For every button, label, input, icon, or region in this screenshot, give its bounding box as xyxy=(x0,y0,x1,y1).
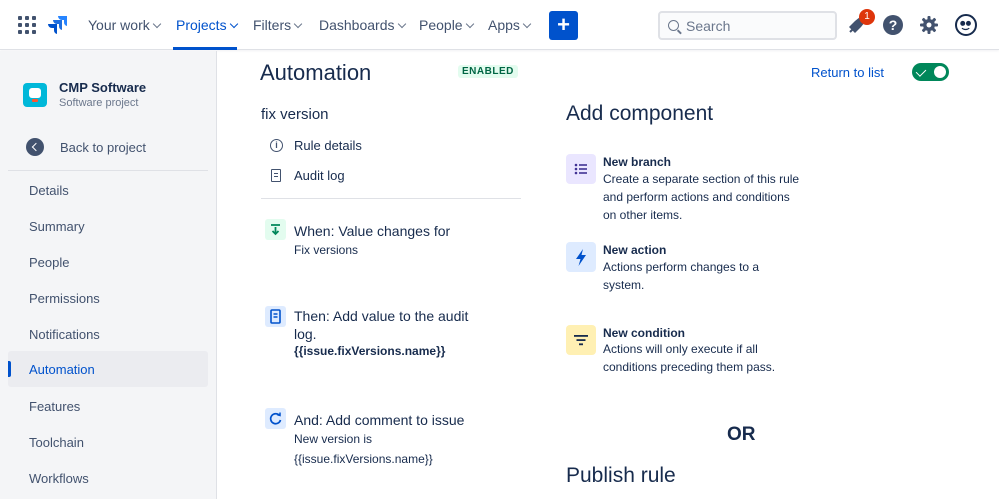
sidebar-divider xyxy=(8,170,208,171)
sidebar-item-workflows[interactable]: Workflows xyxy=(8,460,208,496)
sidebar-item-summary[interactable]: Summary xyxy=(8,208,208,244)
document-icon xyxy=(271,169,281,182)
or-separator: OR xyxy=(727,424,756,445)
project-avatar-icon xyxy=(23,83,47,107)
back-to-project-link[interactable]: Back to project xyxy=(60,140,146,155)
new-condition-button[interactable]: New condition xyxy=(603,326,685,340)
app-grid-icon[interactable] xyxy=(18,16,36,34)
help-icon[interactable]: ? xyxy=(883,15,903,35)
search-icon xyxy=(668,20,679,31)
info-icon: i xyxy=(270,139,283,152)
chevron-down-icon xyxy=(397,19,406,29)
project-sidebar: CMP Software Software project Back to pr… xyxy=(0,51,217,499)
sidebar-item-notifications[interactable]: Notifications xyxy=(8,316,208,352)
trigger-step-title[interactable]: When: Value changes for xyxy=(294,222,450,240)
branch-list-icon[interactable] xyxy=(566,154,596,184)
audit-log-action-icon xyxy=(265,306,286,327)
audit-log-link[interactable]: Audit log xyxy=(294,168,345,183)
jira-logo-icon[interactable] xyxy=(47,14,69,36)
add-component-title: Add component xyxy=(566,102,714,125)
sidebar-item-toolchain[interactable]: Toolchain xyxy=(8,424,208,460)
nav-people[interactable]: People xyxy=(419,17,474,33)
filter-icon[interactable] xyxy=(566,325,596,355)
project-name: CMP Software xyxy=(59,80,147,95)
comment-step-detail-value: {{issue.fixVersions.name}} xyxy=(294,452,433,466)
sidebar-item-details[interactable]: Details xyxy=(8,172,208,208)
sidebar-item-people[interactable]: People xyxy=(8,244,208,280)
avatar[interactable] xyxy=(955,14,977,36)
chevron-down-icon xyxy=(465,19,474,29)
new-branch-button[interactable]: New branch xyxy=(603,155,671,169)
return-to-list-link[interactable]: Return to list xyxy=(811,65,884,80)
nav-your-work[interactable]: Your work xyxy=(88,17,161,33)
top-navigation: Your work Projects Filters Dashboards Pe… xyxy=(0,0,999,50)
create-button[interactable]: + xyxy=(549,11,578,40)
sidebar-item-permissions[interactable]: Permissions xyxy=(8,280,208,316)
lightning-icon[interactable] xyxy=(566,242,596,272)
trigger-step-detail: Fix versions xyxy=(294,243,359,257)
nav-dashboards[interactable]: Dashboards xyxy=(319,17,406,33)
nav-projects[interactable]: Projects xyxy=(176,17,238,33)
new-action-button[interactable]: New action xyxy=(603,243,666,257)
notification-badge: 1 xyxy=(859,9,875,25)
comment-step-detail: New version is xyxy=(294,432,373,446)
sidebar-item-automation[interactable]: Automation xyxy=(8,351,208,387)
chevron-down-icon xyxy=(229,19,238,29)
rule-details-link[interactable]: Rule details xyxy=(294,138,362,153)
new-branch-description: Create a separate section of this rule a… xyxy=(603,172,800,222)
new-action-description: Actions perform changes to a system. xyxy=(603,260,760,292)
nav-apps[interactable]: Apps xyxy=(488,17,532,33)
audit-step-title[interactable]: Then: Add value to the audit log. xyxy=(294,307,484,343)
publish-rule-title: Publish rule xyxy=(566,464,676,487)
gear-icon[interactable] xyxy=(919,15,939,35)
comment-step-title[interactable]: And: Add comment to issue xyxy=(294,411,464,429)
sidebar-item-features[interactable]: Features xyxy=(8,388,208,424)
active-nav-indicator xyxy=(173,47,237,50)
status-badge: ENABLED xyxy=(458,65,518,78)
new-condition-description: Actions will only execute if all conditi… xyxy=(603,342,776,374)
audit-step-detail: {{issue.fixVersions.name}} xyxy=(294,344,446,358)
rule-divider xyxy=(261,198,521,199)
chevron-down-icon xyxy=(522,19,532,29)
comment-action-icon xyxy=(265,408,286,429)
rule-name: fix version xyxy=(261,106,329,123)
trigger-icon xyxy=(265,219,286,240)
back-arrow-icon[interactable] xyxy=(26,138,44,156)
chevron-down-icon xyxy=(293,19,303,29)
page-title: Automation xyxy=(260,60,372,85)
nav-filters[interactable]: Filters xyxy=(253,17,303,33)
search-input[interactable] xyxy=(686,17,831,35)
search-box[interactable] xyxy=(658,11,837,40)
chevron-down-icon xyxy=(152,19,161,29)
project-type: Software project xyxy=(59,97,139,109)
